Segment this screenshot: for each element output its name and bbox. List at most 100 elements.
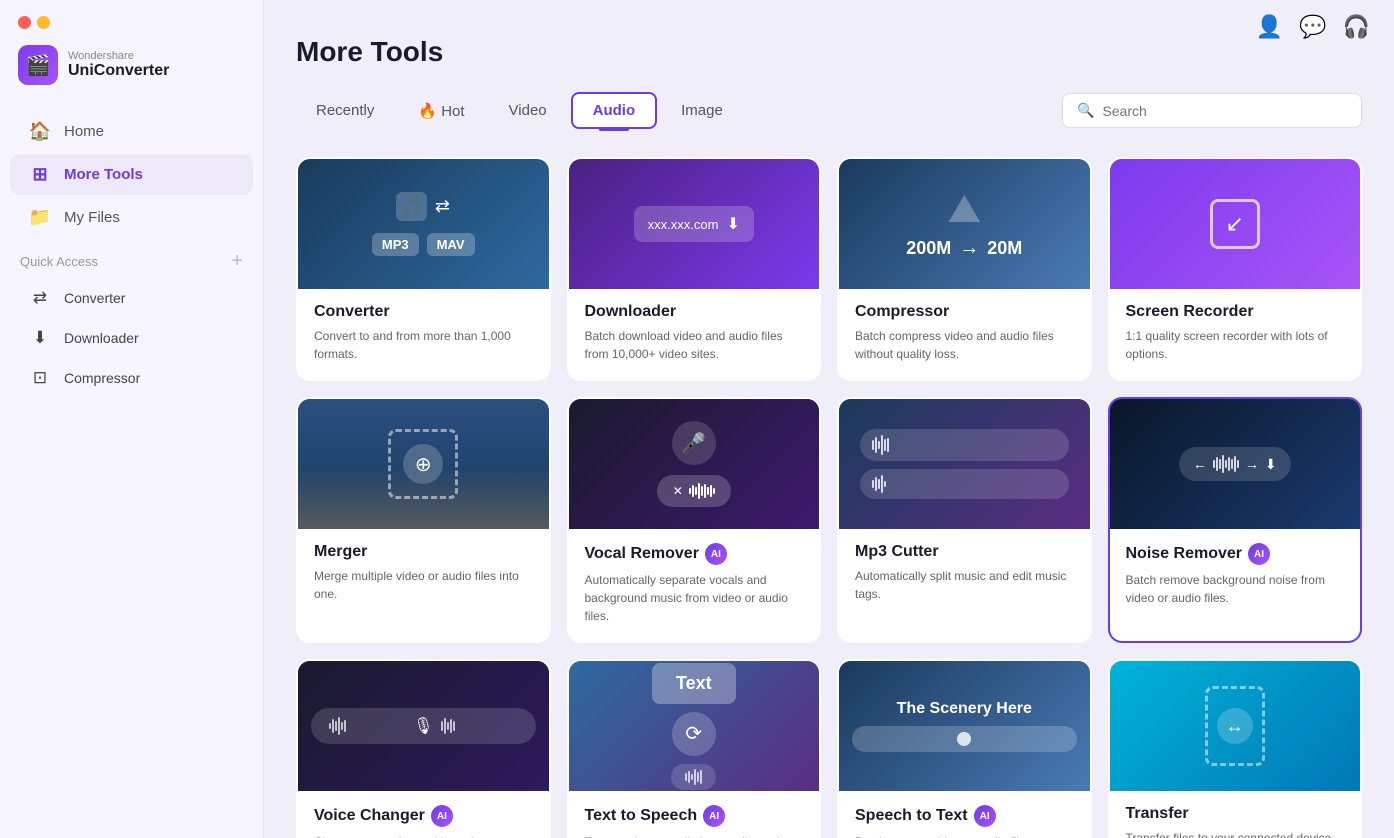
- mp3-badge: MP3: [372, 233, 419, 256]
- add-quick-access-button[interactable]: +: [231, 250, 243, 273]
- stt-thumbnail: The Scenery Here: [839, 661, 1090, 791]
- my-files-icon: 📁: [28, 207, 52, 228]
- voice-thumbnail: 🎙: [298, 661, 549, 791]
- cutter-card-body: Mp3 Cutter Automatically split music and…: [839, 529, 1090, 619]
- app-name: Wondershare UniConverter: [68, 50, 169, 80]
- sidebar-item-my-files[interactable]: 📁 My Files: [10, 197, 253, 238]
- more-tools-icon: ⊞: [28, 164, 52, 185]
- sidebar-nav: 🏠 Home ⊞ More Tools 📁 My Files Quick Acc…: [0, 105, 263, 838]
- home-label: Home: [64, 123, 104, 140]
- from-size: 200M: [906, 238, 951, 259]
- tool-card-transfer[interactable]: ↔ Transfer Transfer files to your connec…: [1108, 659, 1363, 838]
- tool-card-merger[interactable]: ⊕ Merger Merge multiple video or audio f…: [296, 397, 551, 643]
- cutter-thumbnail: [839, 399, 1090, 529]
- transfer-title: Transfer: [1126, 805, 1345, 823]
- tab-video[interactable]: Video: [489, 94, 567, 127]
- tab-hot[interactable]: 🔥 Hot: [398, 94, 484, 128]
- tool-card-vocal-remover[interactable]: 🎤 ✕: [567, 397, 822, 643]
- sidebar-item-downloader[interactable]: ⬇ Downloader: [10, 319, 253, 357]
- converter-icon: ⇄: [28, 288, 52, 308]
- transfer-card-body: Transfer Transfer files to your connecte…: [1110, 791, 1361, 838]
- my-files-label: My Files: [64, 209, 120, 226]
- converter-thumbnail: 🎵 ⇄ MP3 MAV: [298, 159, 549, 289]
- tool-card-downloader[interactable]: xxx.xxx.com ⬇ Downloader Batch download …: [567, 157, 822, 381]
- tool-card-compressor[interactable]: ⛰ 200M → 20M Compressor Batch compress v…: [837, 157, 1092, 381]
- cutter-title: Mp3 Cutter: [855, 543, 1074, 561]
- app-icon: 🎬: [18, 45, 58, 85]
- search-input[interactable]: [1102, 103, 1347, 119]
- compressor-icon: ⊡: [28, 368, 52, 388]
- minimize-button[interactable]: [37, 16, 50, 29]
- url-display: xxx.xxx.com ⬇: [634, 206, 754, 242]
- tool-card-noise-remover[interactable]: ← → ⬇: [1108, 397, 1363, 643]
- stt-desc: Batch convert video or audio files to te…: [855, 833, 1074, 838]
- tool-card-text-to-speech[interactable]: Text ⟳ Text to Speech AI: [567, 659, 822, 838]
- chat-icon[interactable]: 💬: [1299, 14, 1326, 40]
- merger-desc: Merge multiple video or audio files into…: [314, 567, 533, 603]
- noise-thumbnail: ← → ⬇: [1110, 399, 1361, 529]
- more-tools-label: More Tools: [64, 166, 143, 183]
- url-text: xxx.xxx.com: [648, 217, 719, 232]
- search-icon: 🔍: [1077, 102, 1094, 119]
- compressor-desc: Batch compress video and audio files wit…: [855, 327, 1074, 363]
- sidebar-item-compressor[interactable]: ⊡ Compressor: [10, 359, 253, 397]
- downloader-card-body: Downloader Batch download video and audi…: [569, 289, 820, 379]
- noise-title: Noise Remover AI: [1126, 543, 1345, 565]
- tool-card-screen-recorder[interactable]: ↙ Screen Recorder 1:1 quality screen rec…: [1108, 157, 1363, 381]
- downloader-desc: Batch download video and audio files fro…: [585, 327, 804, 363]
- traffic-lights: [0, 0, 263, 39]
- to-size: 20M: [987, 238, 1022, 259]
- downloader-title: Downloader: [585, 303, 804, 321]
- quick-access-label: Quick Access: [20, 254, 98, 269]
- sidebar-item-home[interactable]: 🏠 Home: [10, 111, 253, 152]
- quick-access-section: Quick Access +: [0, 240, 263, 277]
- tts-ai-badge: AI: [703, 805, 725, 827]
- compressor-label: Compressor: [64, 370, 140, 386]
- downloader-icon: ⬇: [28, 328, 52, 348]
- cutter-desc: Automatically split music and edit music…: [855, 567, 1074, 603]
- vocal-card-body: Vocal Remover AI Automatically separate …: [569, 529, 820, 641]
- tool-card-voice-changer[interactable]: 🎙 Voice Changer AI: [296, 659, 551, 838]
- vocal-desc: Automatically separate vocals and backgr…: [585, 571, 804, 625]
- brand-label: Wondershare: [68, 50, 169, 62]
- compressor-card-body: Compressor Batch compress video and audi…: [839, 289, 1090, 379]
- stt-card-body: Speech to Text AI Batch convert video or…: [839, 791, 1090, 838]
- voice-desc: Change your voice and have fun listening…: [314, 833, 533, 838]
- tab-image[interactable]: Image: [661, 94, 743, 127]
- merger-thumbnail: ⊕: [298, 399, 549, 529]
- search-bar[interactable]: 🔍: [1062, 93, 1362, 128]
- tts-text-display: Text: [652, 663, 736, 704]
- profile-icon[interactable]: 👤: [1256, 14, 1283, 40]
- tab-audio[interactable]: Audio: [571, 92, 658, 129]
- scenery-text: The Scenery Here: [897, 700, 1032, 718]
- voice-title: Voice Changer AI: [314, 805, 533, 827]
- tool-card-mp3-cutter[interactable]: Mp3 Cutter Automatically split music and…: [837, 397, 1092, 643]
- headphone-icon[interactable]: 🎧: [1343, 14, 1370, 40]
- app-name-label: UniConverter: [68, 62, 169, 80]
- recorder-card-body: Screen Recorder 1:1 quality screen recor…: [1110, 289, 1361, 379]
- tool-card-speech-to-text[interactable]: The Scenery Here Speech to Text AI Batch…: [837, 659, 1092, 838]
- tts-desc: Turn text into a realistic-sounding voic…: [585, 833, 804, 838]
- converter-title: Converter: [314, 303, 533, 321]
- sidebar-item-converter[interactable]: ⇄ Converter: [10, 279, 253, 317]
- tts-title: Text to Speech AI: [585, 805, 804, 827]
- sidebar-item-more-tools[interactable]: ⊞ More Tools: [10, 154, 253, 195]
- logo-area: 🎬 Wondershare UniConverter: [0, 39, 263, 105]
- tab-recently[interactable]: Recently: [296, 94, 394, 127]
- tabs-bar: Recently 🔥 Hot Video Audio Image 🔍: [296, 92, 1362, 129]
- vocal-thumbnail: 🎤 ✕: [569, 399, 820, 529]
- tool-card-converter[interactable]: 🎵 ⇄ MP3 MAV Converter Convert to and fro…: [296, 157, 551, 381]
- noise-desc: Batch remove background noise from video…: [1126, 571, 1345, 607]
- noise-card-body: Noise Remover AI Batch remove background…: [1110, 529, 1361, 623]
- close-button[interactable]: [18, 16, 31, 29]
- compress-sizes: 200M → 20M: [906, 237, 1022, 260]
- vocal-ai-badge: AI: [705, 543, 727, 565]
- downloader-label: Downloader: [64, 330, 139, 346]
- page-title: More Tools: [296, 36, 1362, 68]
- tools-grid: 🎵 ⇄ MP3 MAV Converter Convert to and fro…: [296, 157, 1362, 838]
- stt-title: Speech to Text AI: [855, 805, 1074, 827]
- vocal-title: Vocal Remover AI: [585, 543, 804, 565]
- voice-card-body: Voice Changer AI Change your voice and h…: [298, 791, 549, 838]
- compressor-thumbnail: ⛰ 200M → 20M: [839, 159, 1090, 289]
- sidebar: 🎬 Wondershare UniConverter 🏠 Home ⊞ More…: [0, 0, 264, 838]
